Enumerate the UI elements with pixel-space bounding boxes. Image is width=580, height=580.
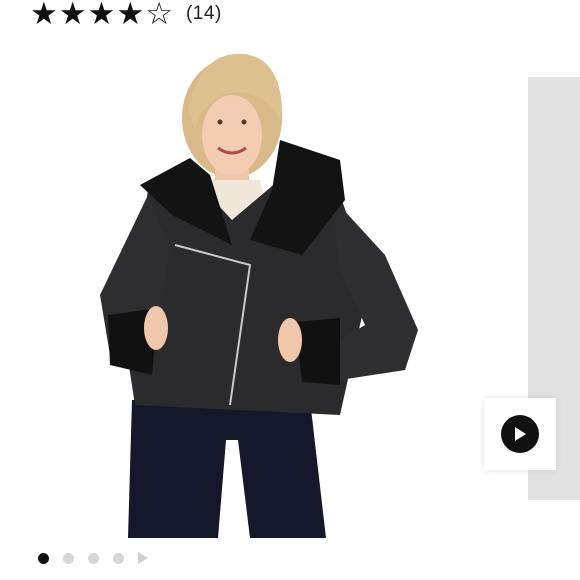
pagination-dot-4[interactable] bbox=[113, 552, 124, 564]
star-filled-icon: ★ bbox=[87, 0, 116, 32]
product-gallery-page: ★ ★ ★ ★ ☆ (14) bbox=[0, 0, 580, 580]
star-empty-icon: ☆ bbox=[145, 0, 173, 32]
product-image[interactable] bbox=[40, 40, 530, 540]
pagination-dot-1[interactable] bbox=[38, 552, 49, 564]
gallery-pagination bbox=[38, 551, 148, 565]
pagination-video-icon[interactable] bbox=[138, 552, 148, 564]
pagination-dot-2[interactable] bbox=[63, 552, 74, 564]
eye-shape bbox=[241, 119, 247, 125]
star-filled-icon: ★ bbox=[30, 0, 58, 32]
eye-shape bbox=[217, 119, 223, 125]
review-count[interactable]: (14) bbox=[186, 0, 222, 28]
face-shape bbox=[202, 95, 262, 175]
cuff-shape bbox=[295, 318, 340, 385]
star-filled-icon: ★ bbox=[58, 0, 87, 32]
hand-shape bbox=[144, 306, 168, 350]
play-icon bbox=[501, 415, 539, 453]
pagination-dot-3[interactable] bbox=[88, 552, 99, 564]
star-filled-icon: ★ bbox=[116, 0, 145, 32]
jeans-shape bbox=[128, 400, 326, 538]
video-thumbnail[interactable] bbox=[484, 398, 556, 470]
hand-shape bbox=[278, 318, 302, 362]
rating-row[interactable]: ★ ★ ★ ★ ☆ (14) bbox=[30, 0, 222, 32]
